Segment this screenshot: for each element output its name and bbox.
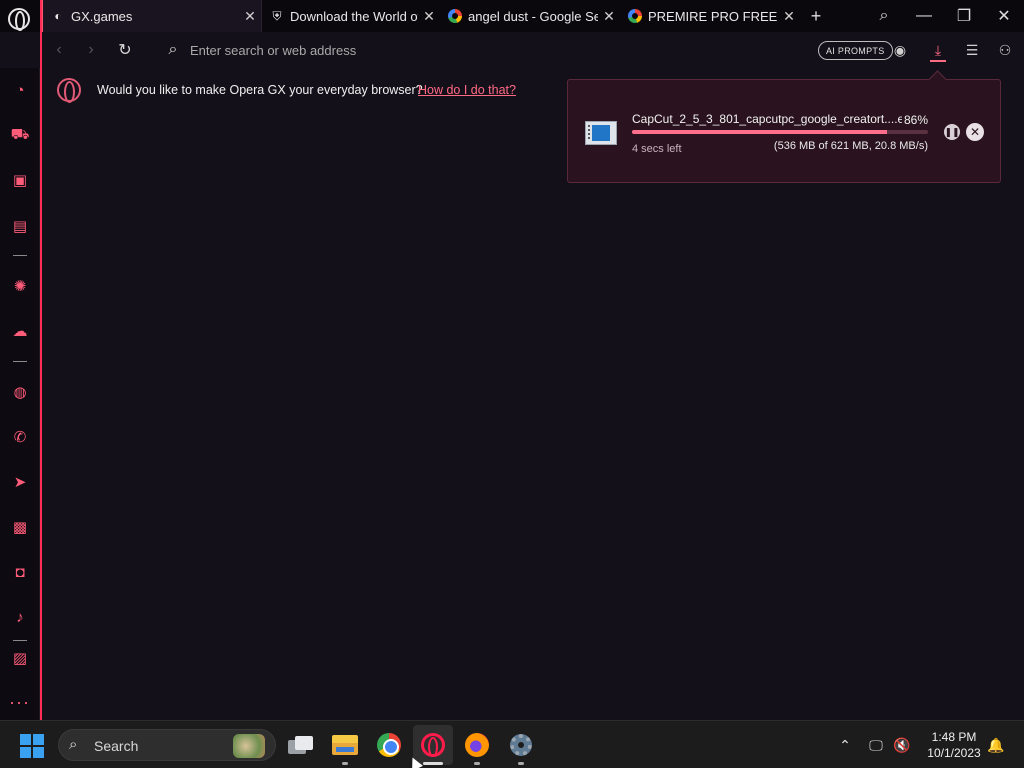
sidebar: ◔ ⛟ ▣ ▤ ✺ ☁ ◍ ✆ ➤ ▩ ◘ ♪ ▨ ···	[0, 68, 40, 720]
minimize-button[interactable]: —	[904, 0, 944, 32]
chatgpt-icon[interactable]: ✺	[8, 274, 32, 298]
twitch-icon[interactable]: ▣	[8, 168, 32, 192]
how-to-link[interactable]: How do I do that?	[418, 83, 516, 97]
gx-accent-bar	[40, 0, 42, 720]
tiktok-icon[interactable]: ♪	[8, 605, 32, 629]
forward-button[interactable]: ›	[76, 32, 106, 68]
shopping-bag-icon[interactable]: ⛟	[8, 123, 32, 147]
tab-angel-dust-search[interactable]: angel dust - Google Sea ✕	[440, 0, 620, 32]
notification-bell-icon[interactable]: 🔔	[984, 721, 1008, 768]
file-explorer-icon[interactable]	[325, 725, 365, 765]
chevron-up-icon[interactable]: ⌃	[834, 721, 856, 768]
prompt-text: Would you like to make Opera GX your eve…	[97, 83, 423, 97]
ai-prompts-button[interactable]: AI PROMPTS	[818, 41, 893, 60]
telegram-icon[interactable]: ➤	[8, 470, 32, 494]
cancel-download-icon[interactable]: ✕	[966, 123, 984, 141]
pause-icon[interactable]: ❚❚	[944, 124, 960, 140]
opera-logo-icon	[57, 78, 81, 103]
download-popup: CapCut_2_5_3_801_capcutpc_google_creator…	[567, 79, 1001, 183]
tab-title: PREMIRE PRO FREE - Go	[648, 8, 778, 24]
chatsonic-icon[interactable]: ☁	[8, 319, 32, 343]
sidebar-divider	[13, 640, 27, 641]
download-size-info: (536 MB of 621 MB, 20.8 MB/s)	[773, 140, 928, 152]
back-button[interactable]: ‹	[44, 32, 74, 68]
camera-icon[interactable]: ◉	[887, 32, 913, 68]
download-percent: 86%	[904, 113, 929, 127]
restore-button[interactable]: ❐	[944, 0, 984, 32]
tab-bar: ◐ GX.games ✕ ⛨ Download the World of ✕ a…	[0, 0, 1024, 32]
taskbar-search[interactable]: ⌕ Search	[58, 729, 276, 761]
clock-time: 1:48 PM	[931, 730, 977, 744]
download-filename[interactable]: CapCut_2_5_3_801_capcutpc_google_creator…	[632, 112, 902, 126]
tab-close-icon[interactable]: ✕	[778, 8, 800, 25]
google-icon	[448, 9, 462, 23]
new-tab-icon[interactable]: +	[800, 0, 832, 32]
download-time-left: 4 secs left	[632, 143, 682, 155]
messenger-icon[interactable]: ◍	[8, 380, 32, 404]
tab-close-icon[interactable]: ✕	[239, 8, 261, 25]
gx-control-icon[interactable]: ▤	[8, 214, 32, 238]
reload-button[interactable]: ↻	[110, 32, 140, 68]
download-icon[interactable]: ⤓	[925, 32, 951, 68]
easy-setup-icon[interactable]: ☰	[959, 32, 985, 68]
address-bar-row: ‹ › ↻ ⌕ AI PROMPTS ◉ ⤓ ☰ ⚇	[40, 32, 1024, 68]
more-icon[interactable]: ···	[9, 692, 30, 713]
opera-gx-logo-icon[interactable]	[8, 8, 30, 31]
tab-gx-games[interactable]: ◐ GX.games ✕	[42, 0, 262, 32]
close-window-button[interactable]: ✕	[984, 0, 1024, 32]
account-icon[interactable]: ⚇	[992, 32, 1018, 68]
download-progress-bar	[632, 130, 928, 134]
tab-world-of-tanks[interactable]: ⛨ Download the World of ✕	[262, 0, 440, 32]
taskbar-search-label: Search	[94, 738, 139, 754]
tab-title: angel dust - Google Sea	[468, 8, 598, 24]
download-progress-fill	[632, 130, 887, 134]
volume-muted-icon[interactable]: 🔇	[890, 721, 914, 768]
gallery-icon[interactable]: ▨	[8, 646, 32, 670]
search-icon: ⌕	[168, 41, 178, 58]
tab-close-icon[interactable]: ✕	[418, 8, 440, 25]
address-input[interactable]	[190, 40, 640, 60]
google-icon	[628, 9, 642, 23]
chrome-icon[interactable]	[369, 725, 409, 765]
clock-date: 10/1/2023	[927, 746, 981, 760]
vk-icon[interactable]: ▩	[8, 515, 32, 539]
search-highlight-icon	[233, 734, 265, 758]
task-view-icon[interactable]	[281, 725, 321, 765]
windows-start-icon[interactable]	[20, 734, 44, 758]
tab-search-icon[interactable]: ⌕	[864, 0, 904, 32]
tab-close-icon[interactable]: ✕	[598, 8, 620, 25]
sidebar-divider	[13, 255, 27, 256]
taskbar-clock[interactable]: 1:48 PM 10/1/2023	[918, 729, 990, 761]
whatsapp-icon[interactable]: ✆	[8, 425, 32, 449]
world-of-tanks-icon: ⛨	[272, 8, 282, 23]
firefox-icon[interactable]	[457, 725, 497, 765]
settings-gear-icon[interactable]	[501, 725, 541, 765]
taskbar: ⌕ Search ⌃ 🖵 🔇 1:48 PM 10/1/2023 🔔	[0, 720, 1024, 768]
tab-premiere-search[interactable]: PREMIRE PRO FREE - Go ✕	[620, 0, 800, 32]
installer-file-icon	[585, 121, 617, 145]
tab-title: GX.games	[71, 8, 133, 24]
instagram-icon[interactable]: ◘	[8, 560, 32, 584]
sidebar-divider	[13, 361, 27, 362]
default-browser-prompt: Would you like to make Opera GX your eve…	[42, 72, 602, 108]
network-icon[interactable]: 🖵	[864, 721, 888, 768]
search-icon: ⌕	[69, 736, 78, 753]
gx-games-icon: ◐	[54, 9, 62, 23]
gx-corner-icon[interactable]: ◔	[8, 78, 32, 102]
tab-title: Download the World of	[290, 8, 418, 24]
